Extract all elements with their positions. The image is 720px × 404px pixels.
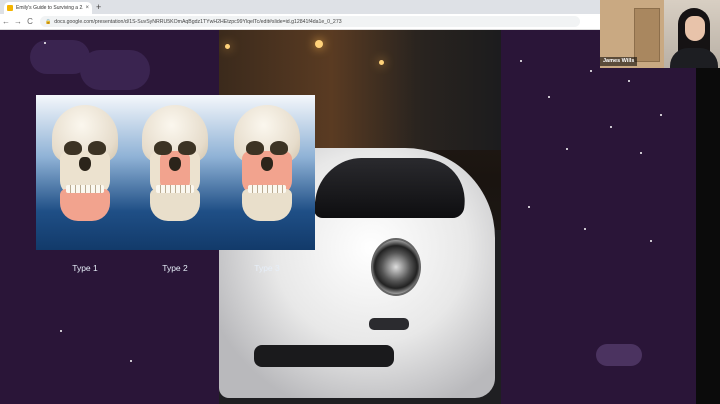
participant-name: James Wills — [600, 57, 638, 66]
skull-label-type-1: Type 1 — [72, 263, 98, 273]
cloud-decoration — [596, 344, 642, 366]
star-decoration — [548, 96, 550, 98]
address-bar: ← → C 🔒 docs.google.com/presentation/d/1… — [0, 14, 600, 30]
presentation-slide: Type 1 Type 2 Type 3 — [0, 30, 696, 404]
participant-face — [685, 16, 705, 41]
screen: Emily's Guide to Surviving a 2... × + ← … — [0, 0, 720, 404]
skull-label-type-3: Type 3 — [254, 263, 280, 273]
skull-fracture-diagram: Type 1 Type 2 Type 3 — [36, 95, 315, 273]
star-decoration — [528, 206, 530, 208]
side-strip — [696, 68, 720, 404]
star-decoration — [650, 240, 652, 242]
car-grille — [254, 345, 394, 367]
participant-video-tile: James Wills — [600, 0, 720, 68]
star-decoration — [660, 114, 662, 116]
skull-type-3 — [232, 105, 302, 223]
star-decoration — [640, 152, 642, 154]
star-decoration — [60, 330, 62, 332]
url-text: docs.google.com/presentation/d/1S-SuvSyN… — [54, 18, 342, 25]
street-light — [225, 44, 230, 49]
url-field[interactable]: 🔒 docs.google.com/presentation/d/1S-SuvS… — [40, 16, 580, 27]
star-decoration — [520, 60, 522, 62]
star-decoration — [590, 70, 592, 72]
tab-close-icon[interactable]: × — [85, 5, 89, 11]
skull-type-1 — [50, 105, 120, 223]
new-tab-button[interactable]: + — [96, 2, 101, 12]
browser-tab-bar: Emily's Guide to Surviving a 2... × + — [0, 0, 600, 14]
cloud-decoration — [80, 50, 150, 90]
participant-shirt — [670, 48, 718, 68]
tab-title: Emily's Guide to Surviving a 2... — [16, 5, 84, 11]
star-decoration — [610, 126, 612, 128]
reload-button[interactable]: C — [24, 17, 36, 26]
star-decoration — [130, 360, 132, 362]
star-decoration — [584, 228, 586, 230]
car-headlight — [371, 238, 421, 296]
forward-button[interactable]: → — [12, 17, 24, 26]
back-button[interactable]: ← — [0, 17, 12, 26]
slides-favicon-icon — [7, 5, 13, 11]
lock-icon: 🔒 — [45, 18, 52, 25]
star-decoration — [44, 42, 46, 44]
skull-label-type-2: Type 2 — [162, 263, 188, 273]
street-light — [315, 40, 323, 48]
browser-tab[interactable]: Emily's Guide to Surviving a 2... × — [4, 2, 92, 14]
street-light — [379, 60, 384, 65]
star-decoration — [566, 148, 568, 150]
skull-type-2 — [140, 105, 210, 223]
door — [634, 8, 660, 62]
star-decoration — [628, 80, 630, 82]
car-fog-light — [369, 318, 409, 330]
car-windshield — [312, 158, 472, 218]
